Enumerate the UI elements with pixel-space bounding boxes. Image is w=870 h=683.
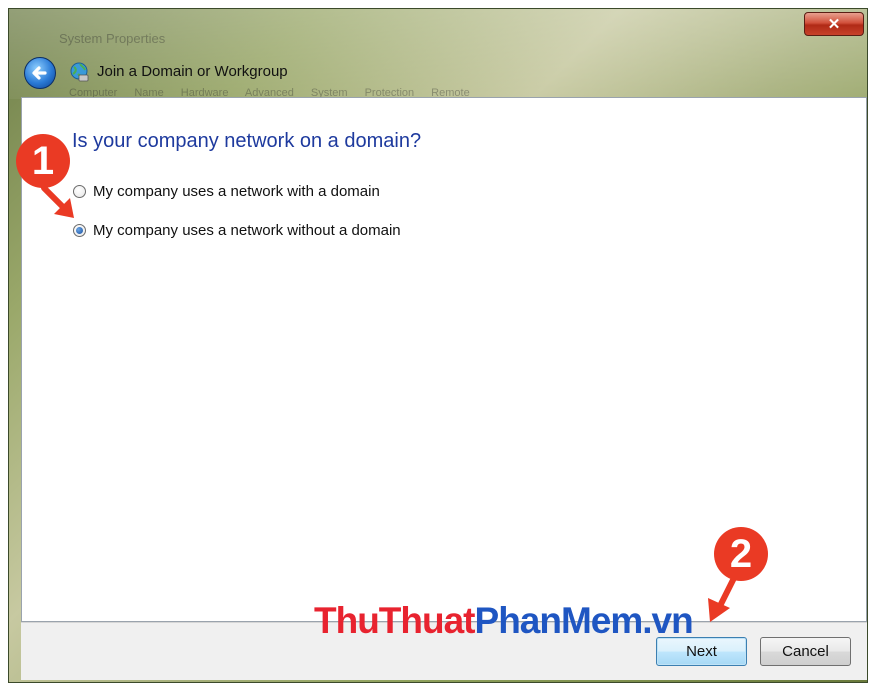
cancel-button[interactable]: Cancel	[760, 637, 851, 666]
step2-arrow-icon	[708, 575, 737, 622]
back-button[interactable]	[24, 57, 56, 89]
option-without-domain-label: My company uses a network without a doma…	[93, 222, 401, 239]
back-arrow-icon	[32, 66, 47, 80]
step-badge-2: 2	[714, 527, 768, 581]
wizard-title: Join a Domain or Workgroup	[97, 63, 288, 80]
option-with-domain[interactable]: My company uses a network with a domain	[73, 183, 380, 200]
close-button[interactable]: ✕	[804, 12, 864, 36]
watermark-part1: ThuThuat	[314, 600, 476, 641]
close-icon: ✕	[827, 16, 841, 33]
network-globe-icon	[70, 62, 89, 82]
option-without-domain[interactable]: My company uses a network without a doma…	[73, 222, 401, 239]
step-badge-1: 1	[16, 134, 70, 188]
page-question: Is your company network on a domain?	[72, 130, 422, 152]
watermark-part2: PhanMem.vn	[474, 600, 694, 641]
option-with-domain-label: My company uses a network with a domain	[93, 183, 380, 200]
watermark: ThuThuatPhanMem.vn	[314, 600, 694, 642]
radio-without-domain[interactable]	[73, 224, 86, 237]
step1-arrow-icon	[41, 185, 74, 218]
background-window-title: System Properties	[59, 31, 166, 46]
